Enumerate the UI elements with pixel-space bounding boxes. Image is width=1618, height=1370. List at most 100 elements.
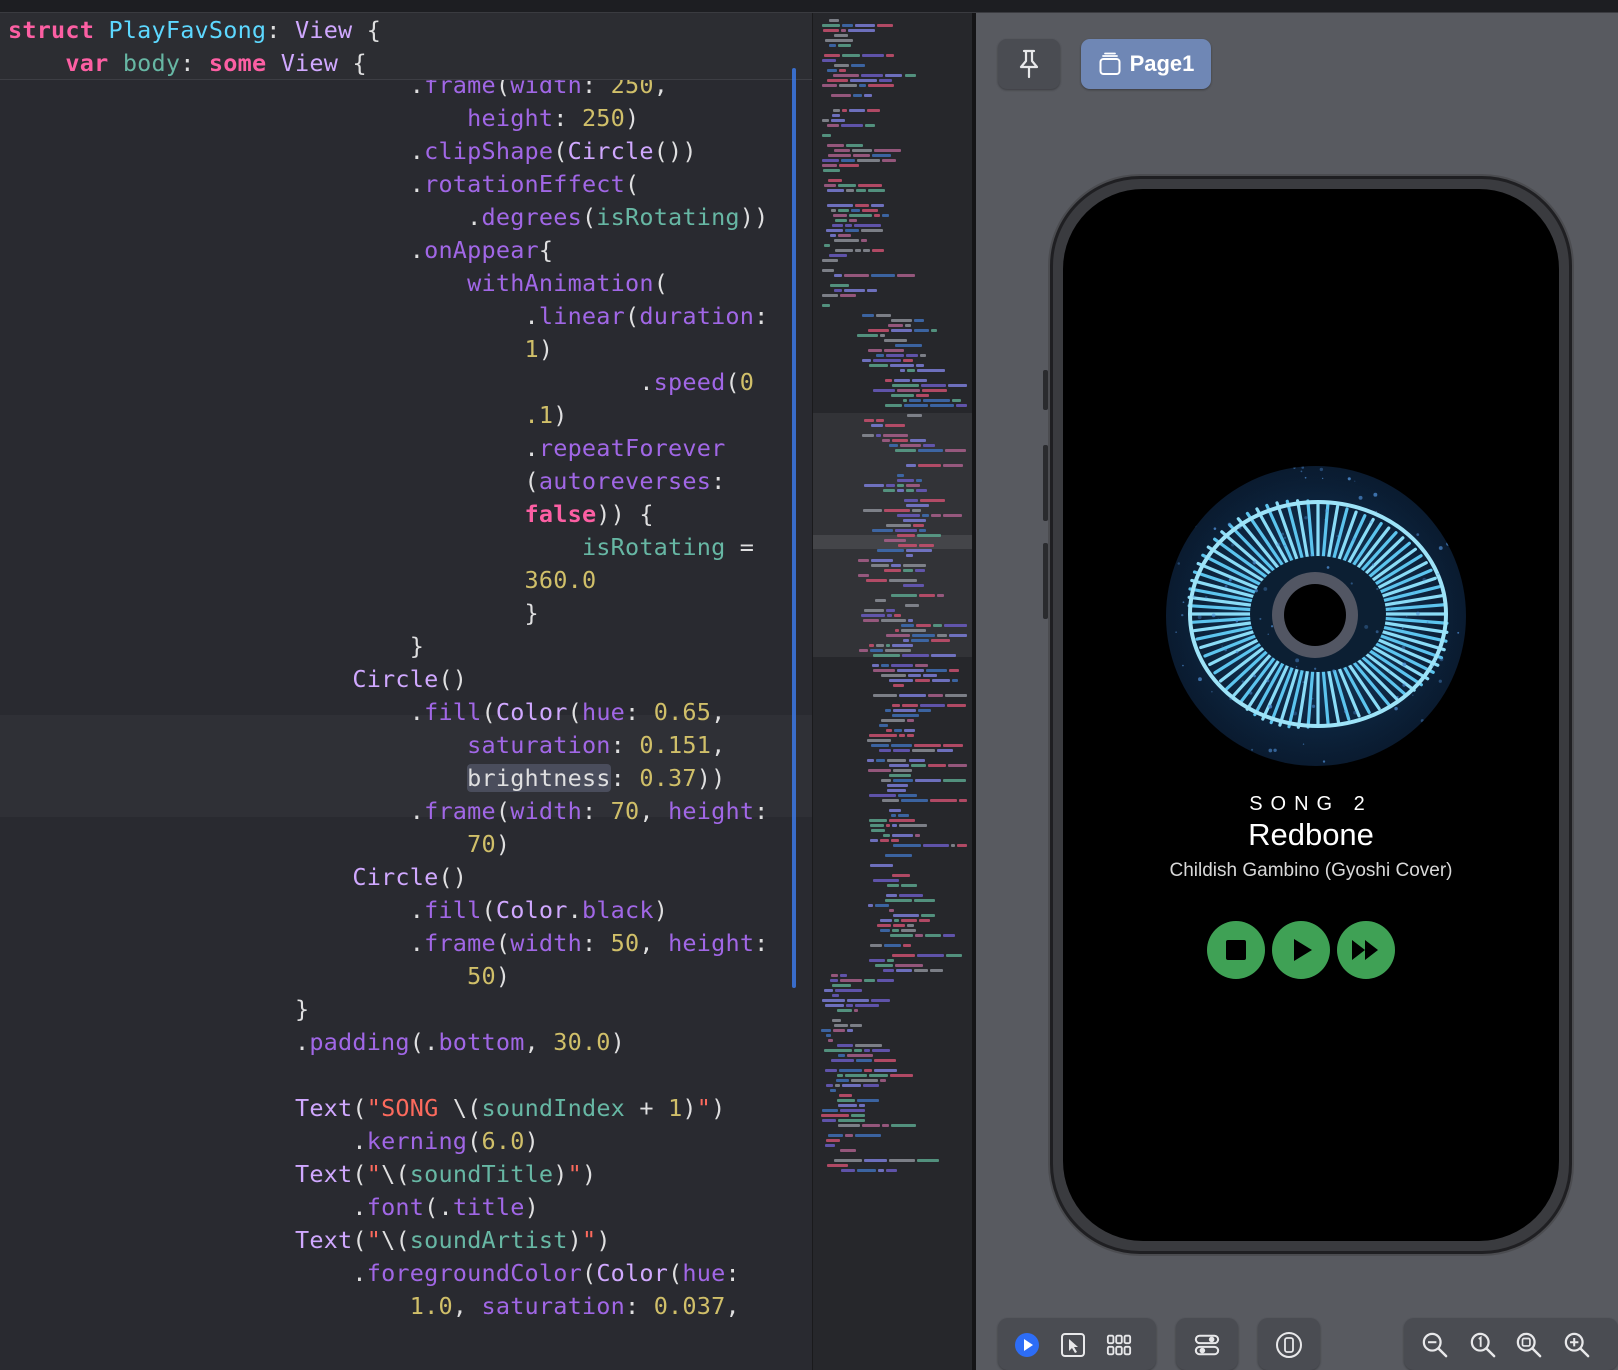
code-token: . xyxy=(8,1259,367,1287)
code-editor[interactable]: .frame(width: 250, height: 250) .clipSha… xyxy=(0,13,812,1370)
code-token: \( xyxy=(381,1226,410,1254)
album-speckle xyxy=(1373,492,1378,497)
album-speckle xyxy=(1217,618,1220,621)
minimap-line xyxy=(943,464,963,467)
minimap-line xyxy=(894,379,910,382)
album-speckle xyxy=(1411,489,1415,493)
fast-forward-button[interactable] xyxy=(1337,921,1395,979)
album-speckle xyxy=(1295,658,1300,663)
code-token: { xyxy=(352,16,382,44)
minimap-line xyxy=(868,794,897,797)
code-token: height xyxy=(668,797,755,825)
code-token: )) { xyxy=(596,500,654,528)
minimap-line xyxy=(870,864,894,867)
minimap-line xyxy=(833,239,859,242)
code-token: (. xyxy=(424,1193,453,1221)
minimap-line xyxy=(872,669,895,672)
device-group xyxy=(1258,1318,1320,1370)
minimap-line xyxy=(903,639,910,642)
sticky-header-struct[interactable]: struct PlayFavSong: View { xyxy=(0,13,812,47)
zoom-100-icon[interactable] xyxy=(1470,1332,1496,1358)
selectable-icon[interactable] xyxy=(1060,1332,1086,1358)
minimap-line xyxy=(924,934,941,937)
album-speckle xyxy=(1354,480,1356,482)
sticky-header-body[interactable]: var body: some View { xyxy=(0,46,812,80)
minimap-line xyxy=(839,979,863,982)
album-speckle xyxy=(1178,500,1182,505)
minimap-line xyxy=(868,959,886,962)
minimap-line xyxy=(899,824,927,827)
minimap-line xyxy=(959,799,967,802)
album-speckle xyxy=(1300,470,1303,473)
album-speckle xyxy=(1235,650,1239,654)
minimap-line xyxy=(892,749,911,752)
minimap-line xyxy=(828,1134,843,1137)
code-token: , xyxy=(711,698,726,726)
minimap-line xyxy=(880,919,892,922)
minimap-line xyxy=(825,229,844,232)
code-token: ( xyxy=(8,467,539,495)
code-token: ( xyxy=(352,1160,367,1188)
zoom-in-icon[interactable] xyxy=(1564,1332,1590,1358)
minimap-line xyxy=(886,644,891,647)
code-token: hue xyxy=(581,698,626,726)
minimap-line xyxy=(887,614,893,617)
play-button[interactable] xyxy=(1272,921,1330,979)
pin-preview-button[interactable] xyxy=(998,39,1060,89)
code-token: Color xyxy=(596,1259,669,1287)
album-speckle xyxy=(1347,477,1351,481)
minimap-line xyxy=(950,844,956,847)
minimap-line xyxy=(890,1124,916,1127)
code-token: ( xyxy=(467,1127,482,1155)
minimap-line xyxy=(864,419,875,422)
album-speckle xyxy=(1304,516,1308,520)
minimap-line xyxy=(896,484,904,487)
album-speckle xyxy=(1463,513,1465,515)
minimap-line xyxy=(882,969,894,972)
code-token: . xyxy=(8,302,539,330)
minimap-line xyxy=(826,189,845,192)
album-speckle xyxy=(1267,633,1269,635)
minimap-line xyxy=(900,624,914,627)
album-speckle xyxy=(1301,466,1305,469)
album-speckle xyxy=(1231,543,1235,547)
variants-grid-icon[interactable] xyxy=(1106,1332,1132,1358)
stop-button[interactable] xyxy=(1207,921,1265,979)
minimap-line xyxy=(921,914,936,917)
device-settings-icon[interactable] xyxy=(1194,1332,1220,1358)
album-speckle xyxy=(1416,611,1420,616)
page-selector-button[interactable]: Page1 xyxy=(1081,39,1211,89)
minimap-line xyxy=(831,1019,841,1022)
album-speckle xyxy=(1177,744,1180,747)
album-speckle xyxy=(1302,681,1304,683)
code-token: . xyxy=(8,203,482,231)
minimap-line xyxy=(844,1074,867,1077)
minimap-line xyxy=(855,249,861,252)
code-token: ) xyxy=(524,1127,539,1155)
minimap-line xyxy=(892,384,920,387)
live-preview-icon[interactable] xyxy=(1014,1332,1040,1358)
code-minimap[interactable] xyxy=(812,13,973,1370)
code-token: : xyxy=(610,731,640,759)
minimap-line xyxy=(885,1169,898,1172)
minimap-line xyxy=(868,349,882,352)
minimap-line xyxy=(901,929,916,932)
minimap-line xyxy=(875,434,882,437)
code-token: frame xyxy=(424,797,496,825)
album-speckle xyxy=(1235,619,1239,623)
code-token: ( xyxy=(624,170,640,198)
minimap-line xyxy=(857,184,882,187)
device-icon[interactable] xyxy=(1276,1332,1302,1358)
minimap-line xyxy=(880,619,906,622)
code-token: width xyxy=(510,929,582,957)
minimap-line xyxy=(850,1079,879,1082)
zoom-out-icon[interactable] xyxy=(1422,1332,1448,1358)
minimap-line xyxy=(889,809,901,812)
zoom-fit-icon[interactable] xyxy=(1516,1332,1542,1358)
minimap-line xyxy=(827,1039,834,1042)
phone-volume-down xyxy=(1043,543,1048,619)
minimap-line xyxy=(947,764,967,767)
minimap-line xyxy=(884,424,906,427)
